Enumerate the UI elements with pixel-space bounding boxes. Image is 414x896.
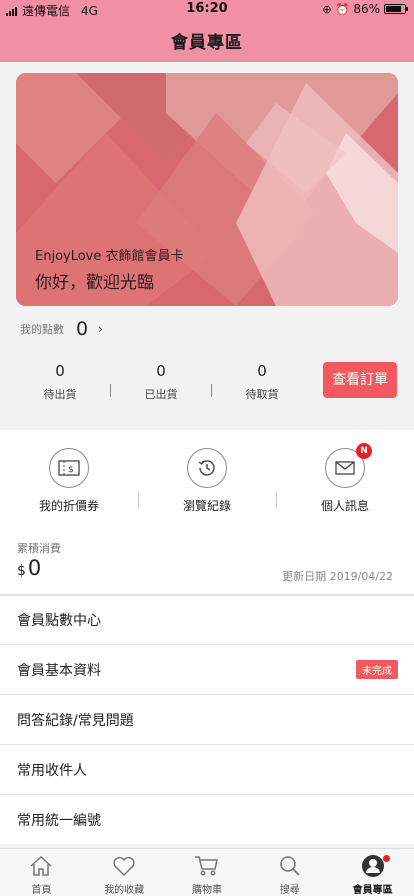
tab-home[interactable]: 首頁 [0, 849, 83, 896]
member-card[interactable]: EnjoyLove 衣飾館會員卡 你好，歡迎光臨 [16, 73, 398, 306]
status-bar: 遠傳電信 4G 16:20 ⊕ ⏰ 86% [0, 0, 414, 18]
coupon-shortcut[interactable]: $ 我的折價券 [0, 448, 138, 514]
tab-bar: 首頁 我的收藏 購物車 搜尋 會員專區 [0, 848, 414, 896]
menu-item-profile[interactable]: 會員基本資料 未完成 [0, 644, 414, 694]
tab-member[interactable]: 會員專區 [331, 849, 414, 896]
member-summary: EnjoyLove 衣飾館會員卡 你好，歡迎光臨 我的點數 0 › 0 待出貨 … [0, 62, 414, 430]
stat-count: 0 [55, 362, 65, 380]
rotation-lock-icon: ⊕ [322, 2, 332, 16]
shortcut-label: 瀏覽紀錄 [182, 499, 231, 513]
menu-item-tax-ids[interactable]: 常用統一編號 [0, 794, 414, 844]
shortcut-label: 個人訊息 [320, 499, 369, 513]
menu-item-label: 常用統一編號 [17, 812, 101, 829]
history-shortcut[interactable]: 瀏覽紀錄 [138, 448, 276, 514]
notification-dot [382, 855, 390, 862]
spending-label: 累積消費 [17, 542, 61, 555]
menu-item-faq[interactable]: 問答紀錄/常見問題 [0, 694, 414, 744]
total-spending: 累積消費 $0 更新日期 2019/04/22 [0, 530, 414, 594]
spending-amount: 0 [27, 556, 42, 580]
stat-count: 0 [156, 362, 166, 380]
alarm-icon: ⏰ [335, 2, 350, 16]
search-icon [248, 854, 331, 878]
stat-label: 待出貨 [43, 388, 77, 401]
update-date: 更新日期 2019/04/22 [282, 570, 393, 583]
heart-icon [83, 854, 166, 878]
menu-item-label: 會員基本資料 [17, 662, 101, 679]
shortcut-label: 我的折價券 [38, 499, 99, 513]
battery-percent: 86% [353, 2, 380, 16]
page-title: 會員專區 [171, 32, 243, 53]
tab-cart[interactable]: 購物車 [166, 849, 249, 896]
stat-pending-shipment[interactable]: 0 待出貨 [10, 362, 110, 402]
tab-label: 購物車 [191, 885, 222, 896]
chevron-right-icon: › [98, 322, 103, 336]
menu-item-points-center[interactable]: 會員點數中心 [0, 594, 414, 644]
battery-icon [384, 4, 408, 14]
tab-favorites[interactable]: 我的收藏 [83, 849, 166, 896]
user-icon [331, 854, 414, 878]
menu-item-label: 常用收件人 [17, 762, 87, 779]
mail-icon: N [325, 443, 372, 488]
menu-item-label: 問答紀錄/常見問題 [17, 712, 134, 729]
incomplete-badge: 未完成 [356, 660, 398, 679]
spending-value: $0 [17, 556, 41, 580]
points-label: 我的點數 [20, 323, 64, 336]
view-orders-button[interactable]: 查看訂單 [323, 362, 397, 398]
tab-label: 會員專區 [352, 885, 393, 896]
card-subtitle: EnjoyLove 衣飾館會員卡 [35, 249, 184, 264]
currency-symbol: $ [17, 563, 26, 579]
tab-label: 我的收藏 [104, 885, 145, 896]
home-icon [0, 854, 83, 878]
stat-label: 待取貨 [245, 388, 279, 401]
tab-label: 首頁 [31, 885, 52, 896]
stat-label: 已出貨 [144, 388, 178, 401]
new-message-badge: N [356, 443, 372, 459]
nav-bar: 會員專區 [0, 18, 414, 62]
cart-icon [166, 854, 249, 878]
message-shortcut[interactable]: N 個人訊息 [276, 443, 414, 514]
member-menu: 會員點數中心 會員基本資料 未完成 問答紀錄/常見問題 常用收件人 常用統一編號 [0, 594, 414, 844]
tab-search[interactable]: 搜尋 [248, 849, 331, 896]
shortcut-row: $ 我的折價券 瀏覽紀錄 N 個人訊息 [0, 430, 414, 530]
stat-shipped[interactable]: 0 已出貨 [111, 362, 211, 402]
stat-pending-pickup[interactable]: 0 待取貨 [212, 362, 312, 402]
history-icon [187, 448, 227, 488]
stat-count: 0 [257, 362, 267, 380]
points-value: 0 [76, 318, 89, 340]
card-greeting: 你好，歡迎光臨 [35, 273, 154, 293]
coupon-icon: $ [49, 448, 89, 488]
tab-label: 搜尋 [279, 885, 300, 896]
menu-item-label: 會員點數中心 [17, 613, 101, 629]
svg-text:$: $ [68, 465, 74, 475]
points-link[interactable]: 我的點數 0 › [20, 318, 103, 340]
menu-item-recipients[interactable]: 常用收件人 [0, 744, 414, 794]
